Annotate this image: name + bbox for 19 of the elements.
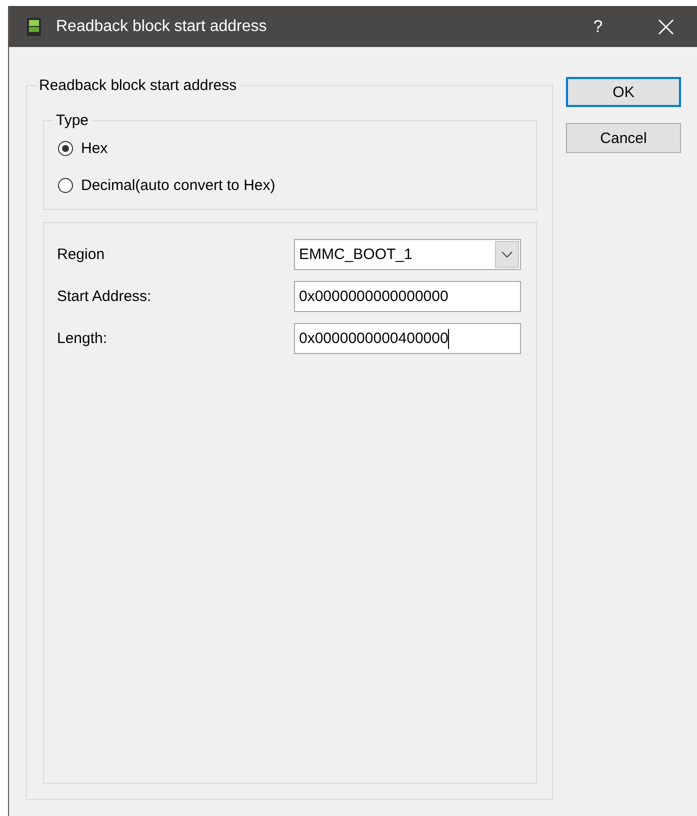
input-field[interactable]: 0x0000000000400000 <box>294 323 521 354</box>
field-label: Region <box>57 246 105 263</box>
radio-button[interactable] <box>58 178 73 193</box>
group-title: Readback block start address <box>38 77 238 94</box>
radio-label[interactable]: Hex <box>81 140 108 157</box>
radio-label[interactable]: Decimal(auto convert to Hex) <box>81 177 276 194</box>
radio-button[interactable] <box>58 141 73 156</box>
input-field[interactable]: 0x0000000000000000 <box>294 281 521 312</box>
ok-button[interactable]: OK <box>566 77 681 107</box>
field-label: Length: <box>57 330 108 347</box>
app-icon <box>27 18 41 36</box>
chevron-icon <box>495 241 519 268</box>
close-icon <box>658 18 674 34</box>
region-dropdown[interactable]: EMMC_BOOT_1 <box>294 239 521 270</box>
group-title: Type <box>55 112 90 129</box>
window-title: Readback block start address <box>56 18 268 36</box>
field-label: Start Address: <box>57 288 152 305</box>
help-button[interactable]: ? <box>575 6 621 47</box>
cancel-button[interactable]: Cancel <box>566 123 681 153</box>
